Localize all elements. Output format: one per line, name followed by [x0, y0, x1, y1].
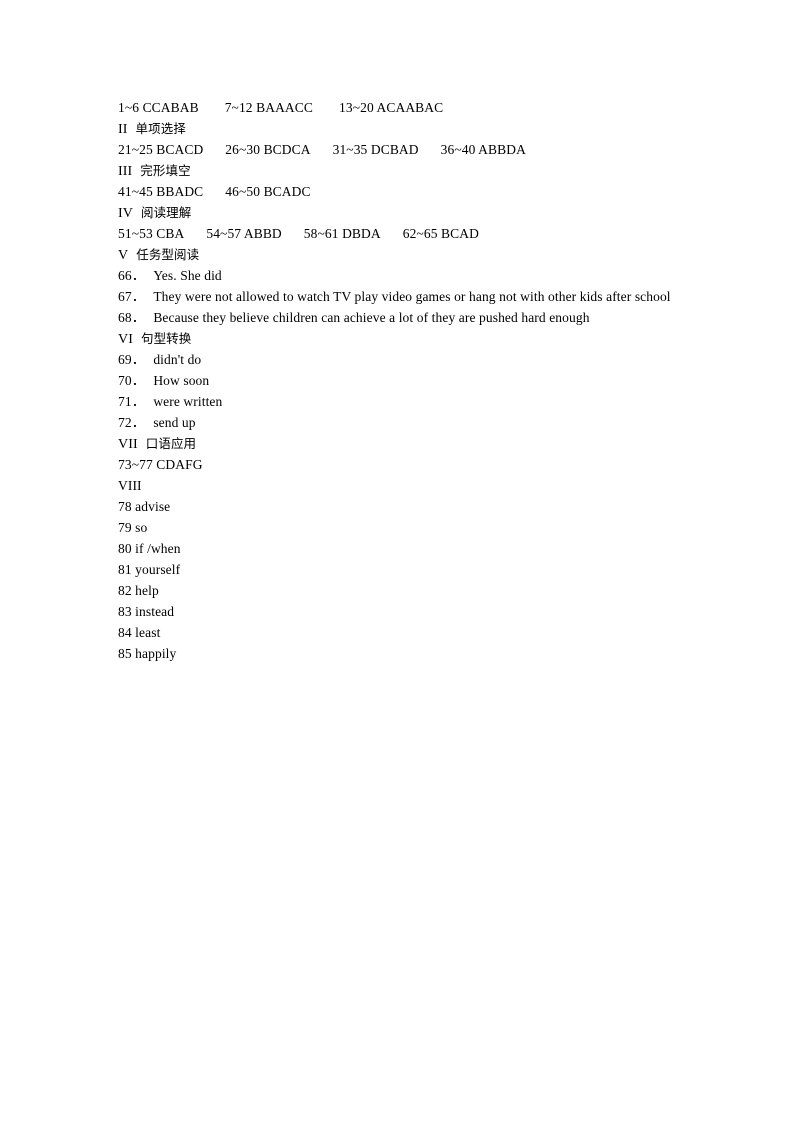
answer-item-84: 84 least [118, 622, 718, 643]
item-text: 84 least [118, 625, 161, 640]
answer-segment: 58~61 DBDA [303, 226, 381, 241]
item-text: How soon [153, 373, 210, 388]
answer-segment: 36~40 ABBDA [440, 142, 526, 157]
item-text: 82 help [118, 583, 159, 598]
answer-segment: 31~35 DCBAD [332, 142, 419, 157]
answer-item-81: 81 yourself [118, 559, 718, 580]
answer-segment: 7~12 BAAACC [224, 100, 313, 115]
answer-item-66: 66． Yes. She did [118, 265, 718, 286]
item-text: didn't do [153, 352, 202, 367]
item-text: 81 yourself [118, 562, 181, 577]
section-title: 完形填空 [140, 163, 191, 178]
item-text: 78 advise [118, 499, 171, 514]
section-numeral: VIII [118, 478, 142, 493]
section-numeral: VI [118, 332, 133, 347]
answer-item-70: 70． How soon [118, 370, 718, 391]
section-heading-viii: VIII [118, 475, 718, 496]
section-heading-iii: III 完形填空 [118, 160, 718, 181]
section-numeral: III [118, 164, 133, 179]
answer-item-72: 72． send up [118, 412, 718, 433]
item-text: 80 if /when [118, 541, 181, 556]
section-numeral: IV [118, 206, 133, 221]
answer-item-67: 67． They were not allowed to watch TV pla… [118, 286, 718, 307]
answer-item-68: 68． Because they believe children can ach… [118, 307, 718, 328]
answer-item-80: 80 if /when [118, 538, 718, 559]
item-text: They were not allowed to watch TV play v… [153, 289, 671, 304]
section-heading-vii: VII 口语应用 [118, 433, 718, 454]
answer-row-41-50: 41~45 BBADC 46~50 BCADC [118, 181, 718, 202]
item-text: Because they believe children can achiev… [153, 310, 590, 325]
section-title: 阅读理解 [140, 205, 192, 220]
item-number: 67． [118, 289, 146, 304]
answer-item-69: 69． didn't do [118, 349, 718, 370]
section-heading-iv: IV 阅读理解 [118, 202, 718, 223]
section-heading-vi: VI 句型转换 [118, 328, 718, 349]
answer-key-body: 1~6 CCABAB 7~12 BAAACC 13~20 ACAABAC II 单项选… [118, 97, 718, 664]
item-number: 71． [118, 394, 146, 409]
item-text: send up [153, 415, 196, 430]
section-title: 口语应用 [145, 436, 197, 451]
section-numeral: VII [118, 437, 138, 452]
item-text: 79 so [118, 520, 148, 535]
item-number: 66． [118, 268, 146, 283]
item-text: Yes. She did [153, 268, 222, 283]
section-title: 句型转换 [140, 331, 192, 346]
section-title: 单项选择 [135, 121, 186, 136]
section-heading-v: V 任务型阅读 [118, 244, 718, 265]
item-text: 83 instead [118, 604, 175, 619]
answer-item-83: 83 instead [118, 601, 718, 622]
item-text: were written [153, 394, 223, 409]
answer-segment: 51~53 CBA [118, 226, 185, 241]
answer-item-82: 82 help [118, 580, 718, 601]
item-text: 85 happily [118, 646, 177, 661]
answer-segment: 62~65 BCAD [402, 226, 479, 241]
answer-segment: 1~6 CCABAB [118, 100, 199, 115]
section-numeral: II [118, 122, 128, 137]
answer-segment: 41~45 BBADC [118, 184, 204, 199]
answer-row-51-65: 51~53 CBA 54~57 ABBD 58~61 DBDA 62~65 BCAD [118, 223, 718, 244]
document-page: 1~6 CCABAB 7~12 BAAACC 13~20 ACAABAC II 单项选… [0, 0, 794, 1123]
answer-item-79: 79 so [118, 517, 718, 538]
section-numeral: V [118, 248, 129, 263]
answer-row-73-77: 73~77 CDAFG [118, 454, 718, 475]
item-number: 69． [118, 352, 146, 367]
answer-segment: 21~25 BCACD [118, 142, 204, 157]
item-number: 72． [118, 415, 146, 430]
answer-row-21-40: 21~25 BCACD 26~30 BCDCA 31~35 DCBAD 36~40 A… [118, 139, 718, 160]
answer-segment: 46~50 BCADC [225, 184, 311, 199]
answer-row-1-20: 1~6 CCABAB 7~12 BAAACC 13~20 ACAABAC [118, 97, 718, 118]
answer-item-85: 85 happily [118, 643, 718, 664]
answer-item-71: 71． were written [118, 391, 718, 412]
answer-segment: 54~57 ABBD [206, 226, 282, 241]
section-title: 任务型阅读 [136, 247, 200, 262]
answer-segment: 26~30 BCDCA [225, 142, 311, 157]
answer-item-78: 78 advise [118, 496, 718, 517]
answer-segment: 73~77 CDAFG [118, 457, 203, 472]
item-number: 70． [118, 373, 146, 388]
answer-segment: 13~20 ACAABAC [339, 100, 444, 115]
section-heading-ii: II 单项选择 [118, 118, 718, 139]
item-number: 68． [118, 310, 146, 325]
